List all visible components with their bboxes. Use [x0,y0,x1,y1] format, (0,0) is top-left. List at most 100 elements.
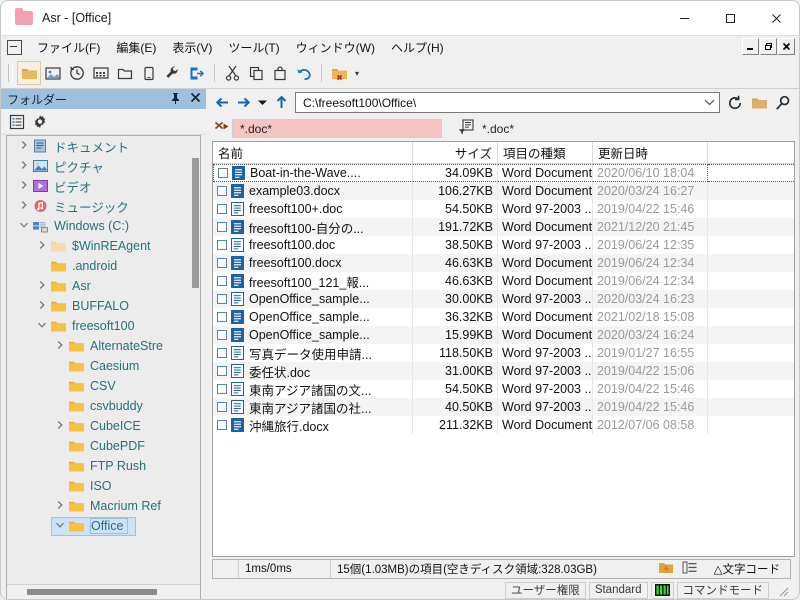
tree-item[interactable]: $WinREAgent [7,236,200,256]
tree-vertical-scrollbar[interactable] [191,136,200,599]
back-button[interactable] [212,92,233,113]
mdi-minimize-button[interactable] [742,38,759,55]
menu-tools[interactable]: ツール(T) [220,37,287,58]
row-checkbox[interactable] [217,294,227,304]
folder-tree[interactable]: ドキュメント ピクチャ ビデオ ミュージック Windows (C:) $WinREAge… [7,136,200,584]
table-row[interactable]: freesoft100-自分の... 191.72KB Word Document 2… [213,218,794,236]
maximize-button[interactable] [707,1,753,35]
lightning-folder-icon[interactable] [658,561,674,578]
row-checkbox[interactable] [217,258,227,268]
cell-name[interactable]: freesoft100_121_報... [213,272,413,290]
chevron-right-icon[interactable] [34,240,50,253]
table-row[interactable]: 東南アジア諸国の文... 54.50KB Word 97-2003 ... 2019/… [213,380,794,398]
row-checkbox[interactable] [217,204,227,214]
row-checkbox[interactable] [218,168,228,178]
menu-edit[interactable]: 編集(E) [108,37,164,58]
chevron-right-icon[interactable] [34,300,50,313]
open-folder-button[interactable] [747,92,771,114]
tree-horizontal-scroll-thumb[interactable] [27,589,157,595]
tree-item[interactable]: Caesium [7,356,200,376]
address-dropdown-icon[interactable] [701,98,717,108]
pin-icon[interactable] [170,92,181,107]
row-checkbox[interactable] [217,240,227,250]
list-detail-icon[interactable] [682,561,698,577]
cell-name[interactable]: OpenOffice_sample... [213,326,413,344]
image-icon-button[interactable] [41,61,65,85]
tree-item[interactable]: ミュージック [7,196,200,216]
column-header-type[interactable]: 項目の種類 [498,142,593,163]
row-checkbox[interactable] [217,384,227,394]
tree-item[interactable]: CubePDF [7,436,200,456]
tree-item[interactable]: freesoft100 [7,316,200,336]
undo-icon-button[interactable] [292,61,316,85]
table-row[interactable]: 沖縄旅行.docx 211.32KB Word Document 2012/07/06… [213,416,794,434]
tree-item[interactable]: Windows (C:) [7,216,200,236]
cell-name[interactable]: 委任状.doc [213,362,413,380]
list-icon-button[interactable] [7,112,26,131]
column-header-date[interactable]: 更新日時 [593,142,708,163]
search-icon-button[interactable] [771,92,795,114]
gear-icon-button[interactable] [30,112,49,131]
cell-name[interactable]: freesoft100.doc [213,236,413,254]
tree-item[interactable]: csvbuddy [7,396,200,416]
cell-name[interactable]: 沖縄旅行.docx [213,416,413,434]
table-row[interactable]: OpenOffice_sample... 15.99KB Word Document… [213,326,794,344]
copy-icon-button[interactable] [244,61,268,85]
chevron-right-icon[interactable] [52,340,68,353]
table-row[interactable]: freesoft100+.doc 54.50KB Word 97-2003 ... 2… [213,200,794,218]
mdi-restore-button[interactable] [760,38,777,55]
status-encoding[interactable]: △文字コード [708,560,790,578]
column-header-name[interactable]: 名前 [213,142,413,163]
menu-file[interactable]: ファイル(F) [29,37,108,58]
delete-folder-icon-button[interactable] [327,61,351,85]
resize-grip[interactable] [776,584,789,597]
menu-view[interactable]: 表示(V) [164,37,220,58]
menu-help[interactable]: ヘルプ(H) [383,37,452,58]
chevron-down-icon[interactable] [16,220,32,233]
tree-item[interactable]: .android [7,256,200,276]
row-checkbox[interactable] [217,330,227,340]
cell-name[interactable]: OpenOffice_sample... [213,308,413,326]
table-row[interactable]: Boat-in-the-Wave.... 34.09KB Word Document… [213,164,794,182]
paste-icon-button[interactable] [268,61,292,85]
tree-item[interactable]: ドキュメント [7,136,200,156]
cell-name[interactable]: Boat-in-the-Wave.... [213,164,413,182]
new-folder-icon-button[interactable] [113,61,137,85]
chevron-right-icon[interactable] [16,200,32,213]
cell-name[interactable]: 東南アジア諸国の文... [213,380,413,398]
tree-horizontal-scrollbar[interactable] [7,584,200,599]
menu-window[interactable]: ウィンドウ(W) [288,37,383,58]
tree-item[interactable]: FTP Rush [7,456,200,476]
tree-item[interactable]: ビデオ [7,176,200,196]
mdi-system-menu-icon[interactable] [7,39,22,55]
table-row[interactable]: freesoft100.docx 46.63KB Word Document 2019… [213,254,794,272]
address-input[interactable]: C:\freesoft100\Office\ [295,92,720,113]
table-row[interactable]: freesoft100_121_報... 46.63KB Word Document… [213,272,794,290]
chevron-right-icon[interactable] [52,420,68,433]
refresh-button[interactable] [723,92,747,114]
device-icon-button[interactable] [137,61,161,85]
cell-name[interactable]: example03.docx [213,182,413,200]
cut-icon-button[interactable] [220,61,244,85]
row-checkbox[interactable] [217,402,227,412]
table-row[interactable]: example03.docx 106.27KB Word Document 2020/… [213,182,794,200]
row-checkbox[interactable] [217,348,227,358]
tree-item[interactable]: CubeICE [7,416,200,436]
row-checkbox[interactable] [217,222,227,232]
file-list-rows[interactable]: Boat-in-the-Wave.... 34.09KB Word Document… [213,164,794,556]
filter-icon[interactable] [458,119,475,138]
table-row[interactable]: OpenOffice_sample... 30.00KB Word 97-2003 … [213,290,794,308]
cell-name[interactable]: 東南アジア諸国の社... [213,398,413,416]
history-icon-button[interactable] [65,61,89,85]
cell-name[interactable]: freesoft100+.doc [213,200,413,218]
wrench-icon-button[interactable] [161,61,185,85]
command-mode-label[interactable]: コマンドモード [676,581,769,599]
minimize-button[interactable] [661,1,707,35]
chevron-right-icon[interactable] [16,160,32,173]
row-checkbox[interactable] [217,420,227,430]
tree-item[interactable]: Office [7,516,200,536]
row-checkbox[interactable] [217,186,227,196]
exit-icon-button[interactable] [185,61,209,85]
chevron-down-icon[interactable] [34,320,50,333]
tree-item[interactable]: Asr [7,276,200,296]
